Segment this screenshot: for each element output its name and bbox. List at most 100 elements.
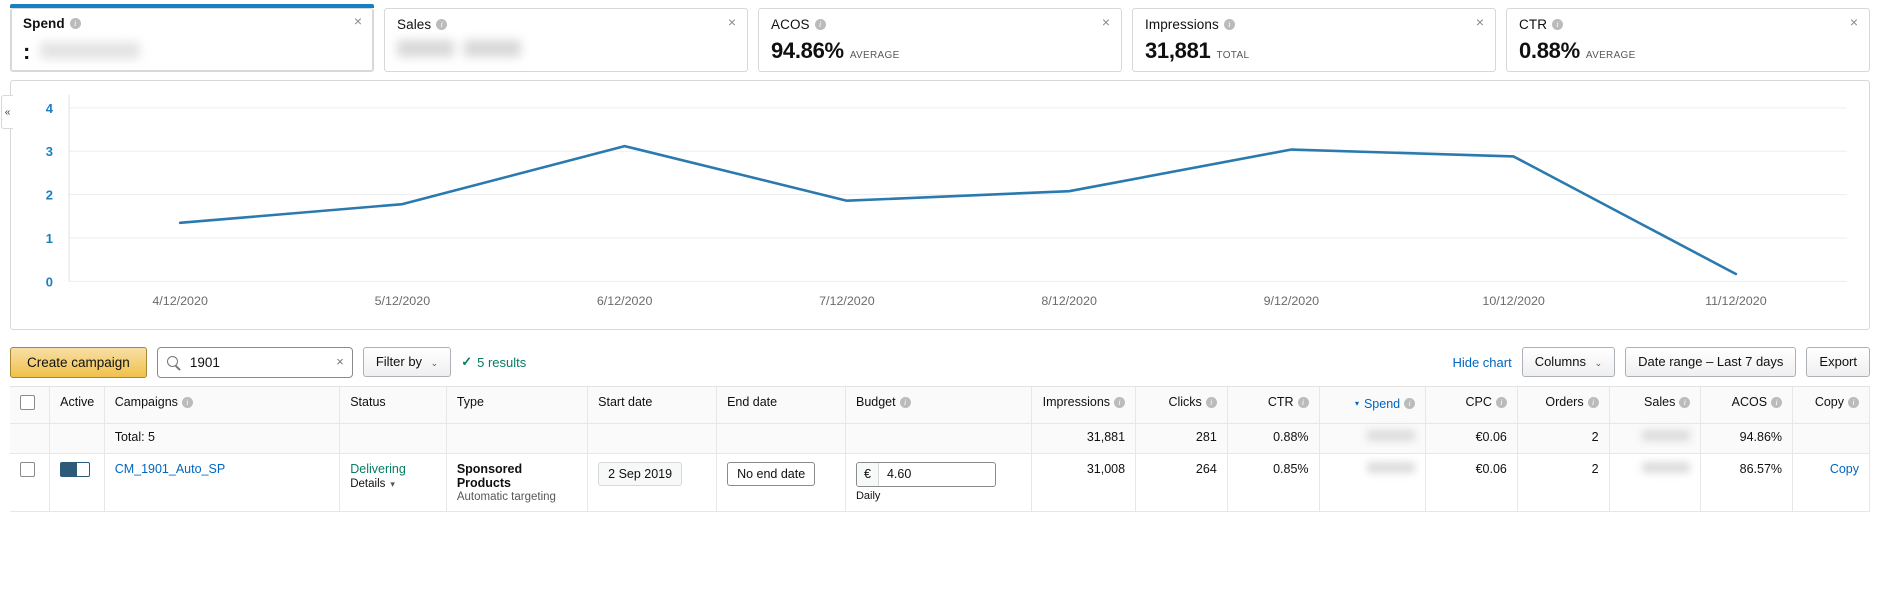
- metric-card-impressions[interactable]: Impressions i × 31,881 TOTAL: [1132, 8, 1496, 72]
- metric-card-head: Impressions i: [1145, 17, 1483, 32]
- info-icon[interactable]: i: [1404, 398, 1416, 409]
- metric-card-head: ACOS i: [771, 17, 1109, 32]
- metric-card-sales[interactable]: Sales i ×: [384, 8, 748, 72]
- metric-card-acos[interactable]: ACOS i × 94.86% AVERAGE: [758, 8, 1122, 72]
- column-header-cpc[interactable]: CPC i: [1425, 387, 1518, 424]
- search-box[interactable]: ×: [156, 346, 353, 378]
- row-sales: [1609, 453, 1702, 512]
- table-row[interactable]: CM_1901_Auto_SP Delivering Details ▾ Spon…: [10, 453, 1870, 512]
- budget-value[interactable]: 4.60: [879, 463, 995, 486]
- column-header-inner: Orders i: [1545, 395, 1599, 409]
- active-toggle[interactable]: [60, 461, 91, 477]
- column-header-start-date[interactable]: Start date: [587, 387, 718, 424]
- svg-text:2: 2: [46, 188, 53, 203]
- search-input[interactable]: [187, 353, 326, 371]
- row-checkbox[interactable]: [20, 461, 35, 477]
- column-header-end-date[interactable]: End date: [716, 387, 846, 424]
- columns-button[interactable]: Columns ⌄: [1521, 347, 1616, 377]
- column-header-budget[interactable]: Budget i: [845, 387, 1032, 424]
- info-icon[interactable]: i: [1552, 19, 1564, 30]
- column-header-spend[interactable]: ▾ Spend i: [1319, 387, 1427, 424]
- search-clear-icon[interactable]: ×: [336, 354, 344, 369]
- check-icon: ✓: [461, 354, 473, 369]
- metric-card-unit: AVERAGE: [1585, 50, 1636, 61]
- row-copy-cell: Copy: [1792, 453, 1870, 512]
- info-icon[interactable]: i: [814, 19, 826, 30]
- column-header-copy[interactable]: Copy i: [1792, 387, 1870, 424]
- start-date-field[interactable]: 2 Sep 2019: [598, 461, 683, 486]
- column-header-acos[interactable]: ACOS i: [1700, 387, 1794, 424]
- copy-link[interactable]: Copy: [1830, 462, 1859, 476]
- hide-chart-link[interactable]: Hide chart: [1452, 355, 1511, 370]
- total-clicks: 281: [1135, 423, 1228, 454]
- info-icon[interactable]: i: [1679, 396, 1691, 408]
- metric-card-value: 94.86%: [771, 38, 844, 63]
- column-header-campaigns[interactable]: Campaigns i: [104, 387, 341, 424]
- column-header-inner: Clicks i: [1168, 395, 1217, 409]
- metric-card-value-row: 0.88% AVERAGE: [1519, 38, 1857, 64]
- column-header-active[interactable]: Active: [49, 387, 105, 424]
- total-ctr: 0.88%: [1227, 423, 1320, 454]
- chart-collapse-handle[interactable]: «: [1, 95, 13, 129]
- info-icon[interactable]: i: [181, 396, 193, 408]
- total-select-cell: [10, 423, 51, 454]
- filter-by-button[interactable]: Filter by ⌄: [362, 347, 452, 377]
- row-orders: 2: [1517, 453, 1610, 512]
- info-icon[interactable]: i: [69, 18, 81, 29]
- redacted-value: [1642, 429, 1691, 441]
- column-header-status[interactable]: Status: [339, 387, 447, 424]
- metric-card-ctr[interactable]: CTR i × 0.88% AVERAGE: [1506, 8, 1870, 72]
- chevron-down-icon: ⌄: [1594, 358, 1603, 368]
- close-icon[interactable]: ×: [1099, 15, 1113, 30]
- status-details-link[interactable]: Details ▾: [350, 478, 436, 490]
- budget-field[interactable]: € 4.60: [855, 461, 996, 487]
- info-icon[interactable]: i: [1587, 396, 1599, 408]
- info-icon[interactable]: i: [1297, 396, 1309, 408]
- info-icon[interactable]: i: [899, 396, 911, 408]
- metric-card-head: CTR i: [1519, 17, 1857, 32]
- row-type-cell: Sponsored Products Automatic targeting: [446, 453, 589, 512]
- metric-card-title: Spend: [23, 16, 65, 31]
- campaign-name-link[interactable]: CM_1901_Auto_SP: [115, 462, 226, 476]
- total-impressions: 31,881: [1031, 423, 1137, 454]
- close-icon[interactable]: ×: [1847, 15, 1861, 30]
- export-button[interactable]: Export: [1806, 347, 1870, 377]
- info-icon[interactable]: i: [1848, 396, 1859, 408]
- total-label: Total: 5: [104, 423, 341, 454]
- column-header-ctr[interactable]: CTR i: [1227, 387, 1320, 424]
- svg-text:8/12/2020: 8/12/2020: [1041, 294, 1097, 308]
- column-header-type[interactable]: Type: [446, 387, 589, 424]
- total-status-cell: [339, 423, 447, 454]
- total-type-cell: [446, 423, 589, 454]
- metric-card-head: Sales i: [397, 17, 735, 32]
- info-icon[interactable]: i: [436, 19, 448, 30]
- metric-card-value-row: :: [23, 39, 361, 65]
- total-active-cell: [49, 423, 105, 454]
- column-header-sales[interactable]: Sales i: [1609, 387, 1702, 424]
- info-icon[interactable]: i: [1495, 396, 1507, 408]
- metric-card-spend[interactable]: Spend i × :: [10, 4, 374, 72]
- campaigns-table: Active Campaigns i Status Type Start dat…: [10, 387, 1870, 512]
- column-header-clicks[interactable]: Clicks i: [1135, 387, 1228, 424]
- row-start-date-cell: 2 Sep 2019: [587, 453, 718, 512]
- column-header-select[interactable]: [10, 387, 51, 424]
- close-icon[interactable]: ×: [725, 15, 739, 30]
- create-campaign-button[interactable]: Create campaign: [10, 346, 147, 378]
- column-header-orders[interactable]: Orders i: [1517, 387, 1610, 424]
- select-all-checkbox[interactable]: [20, 395, 35, 410]
- column-header-inner: CPC i: [1465, 395, 1507, 409]
- column-header-impressions[interactable]: Impressions i: [1031, 387, 1137, 424]
- close-icon[interactable]: ×: [1473, 15, 1487, 30]
- info-icon[interactable]: i: [1771, 396, 1783, 408]
- info-icon[interactable]: i: [1205, 396, 1217, 408]
- redacted-value: [1367, 461, 1416, 473]
- info-icon[interactable]: i: [1114, 396, 1126, 408]
- sort-desc-icon: ▾: [1354, 399, 1359, 408]
- column-header-inner: Type: [457, 395, 484, 409]
- end-date-field[interactable]: No end date: [727, 461, 816, 486]
- column-header-inner: Copy i: [1815, 395, 1859, 409]
- info-icon[interactable]: i: [1223, 19, 1235, 30]
- close-icon[interactable]: ×: [351, 14, 365, 29]
- row-impressions: 31,008: [1031, 453, 1137, 512]
- date-range-button[interactable]: Date range – Last 7 days: [1625, 347, 1797, 377]
